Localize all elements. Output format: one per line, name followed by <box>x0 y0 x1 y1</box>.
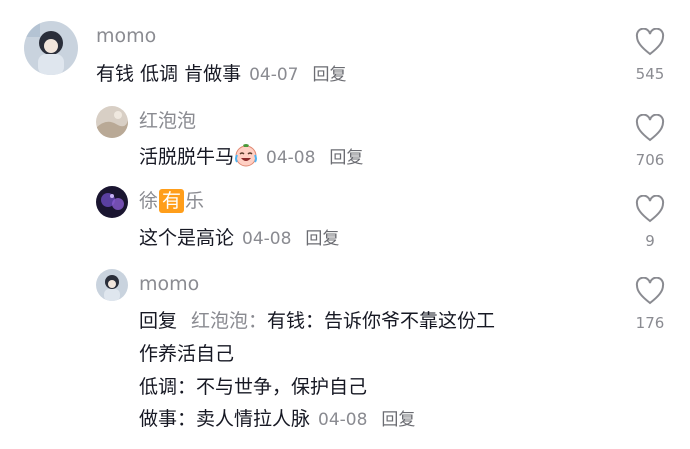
username-part: 乐 <box>185 190 205 212</box>
comment-text: 作养活自己 <box>139 343 235 365</box>
username[interactable]: momo <box>139 272 199 296</box>
crying-laughing-emoji-icon <box>235 144 258 167</box>
comment-text: 活脱脱牛马 <box>139 146 235 168</box>
comment-text-line: 活脱脱牛马 04-08 回复 <box>139 143 363 171</box>
like-control[interactable]: 706 <box>628 114 672 170</box>
comment-text: 有钱 低调 肯做事 <box>96 63 242 85</box>
avatar[interactable] <box>96 186 128 218</box>
avatar[interactable] <box>96 269 128 301</box>
username[interactable]: 红泡泡 <box>139 109 196 133</box>
comment-date: 04-08 <box>266 148 316 168</box>
comment-text: 这个是高论 <box>139 227 235 249</box>
comment-text-line: 有钱 低调 肯做事 04-07 回复 <box>96 61 347 88</box>
avatar[interactable] <box>24 21 78 75</box>
reply-button[interactable]: 回复 <box>381 410 415 430</box>
heart-icon[interactable] <box>635 277 665 305</box>
reply-prefix: 回复 <box>139 310 178 332</box>
comment-date: 04-08 <box>242 229 292 249</box>
like-count: 9 <box>645 232 655 250</box>
like-count: 706 <box>635 151 665 169</box>
like-count: 545 <box>635 65 665 83</box>
comment-text-line: 这个是高论 04-08 回复 <box>139 225 339 252</box>
avatar[interactable] <box>96 106 128 138</box>
comment-text-line: 低调：不与世争，保护自己 <box>139 374 367 400</box>
comment-text-line: 作养活自己 <box>139 341 234 367</box>
reply-button[interactable]: 回复 <box>329 148 363 168</box>
username[interactable]: momo <box>96 24 156 48</box>
username-part: 徐 <box>139 190 159 212</box>
comment-text: 有钱：告诉你爷不靠这份工 <box>267 310 496 332</box>
heart-icon[interactable] <box>635 195 665 223</box>
username[interactable]: 徐有乐 <box>139 189 204 213</box>
username-badge: 有 <box>159 189 185 213</box>
reply-target-username[interactable]: 红泡泡： <box>191 310 267 332</box>
reply-button[interactable]: 回复 <box>305 229 339 249</box>
reply-button[interactable]: 回复 <box>313 65 347 85</box>
comment-text: 做事：卖人情拉人脉 <box>139 408 311 430</box>
comment-date: 04-08 <box>318 410 368 430</box>
like-count: 176 <box>635 314 665 332</box>
comment-date: 04-07 <box>249 65 299 85</box>
like-control[interactable]: 176 <box>628 277 672 333</box>
heart-icon[interactable] <box>635 28 665 56</box>
comment-text: 低调：不与世争，保护自己 <box>139 376 368 398</box>
heart-icon[interactable] <box>635 114 665 142</box>
like-control[interactable]: 9 <box>628 195 672 251</box>
comment-text-line: 做事：卖人情拉人脉 04-08 回复 <box>139 406 415 433</box>
comment-text-line: 回复 红泡泡：有钱：告诉你爷不靠这份工 <box>139 308 495 334</box>
like-control[interactable]: 545 <box>628 28 672 84</box>
